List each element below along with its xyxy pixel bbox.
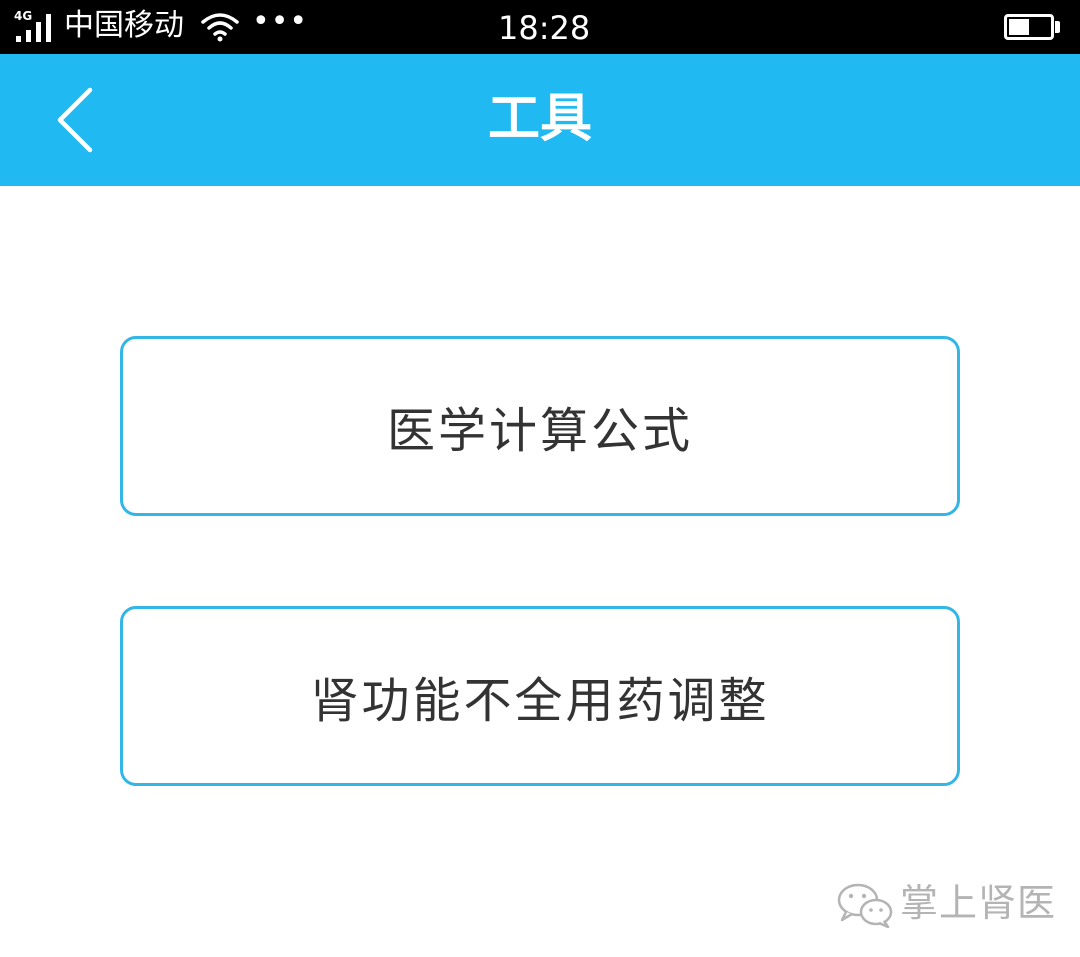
wifi-icon — [201, 13, 239, 42]
more-notifications-indicator: ••• — [252, 4, 309, 39]
medical-formula-button[interactable]: 医学计算公式 — [120, 336, 960, 516]
medical-formula-label: 医学计算公式 — [386, 403, 693, 459]
watermark-text: 掌上肾医 — [900, 881, 1057, 925]
wechat-icon — [837, 883, 893, 928]
battery-icon — [1004, 14, 1054, 40]
signal-icon: 4G — [14, 10, 58, 44]
renal-dose-adjustment-button[interactable]: 肾功能不全用药调整 — [120, 606, 960, 786]
renal-dose-adjustment-label: 肾功能不全用药调整 — [310, 673, 770, 729]
chevron-left-icon — [57, 87, 93, 153]
carrier-name: 中国移动 — [64, 8, 184, 43]
back-button[interactable] — [40, 80, 120, 160]
network-type-label: 4G — [14, 9, 33, 23]
battery-tip — [1055, 21, 1060, 33]
app-header: 工具 — [0, 54, 1080, 186]
status-bar: 4G 中国移动 ••• 18:28 — [0, 0, 1080, 54]
page-title: 工具 — [487, 89, 592, 149]
watermark: 掌上肾医 — [836, 876, 1056, 932]
clock: 18:28 — [498, 9, 591, 47]
